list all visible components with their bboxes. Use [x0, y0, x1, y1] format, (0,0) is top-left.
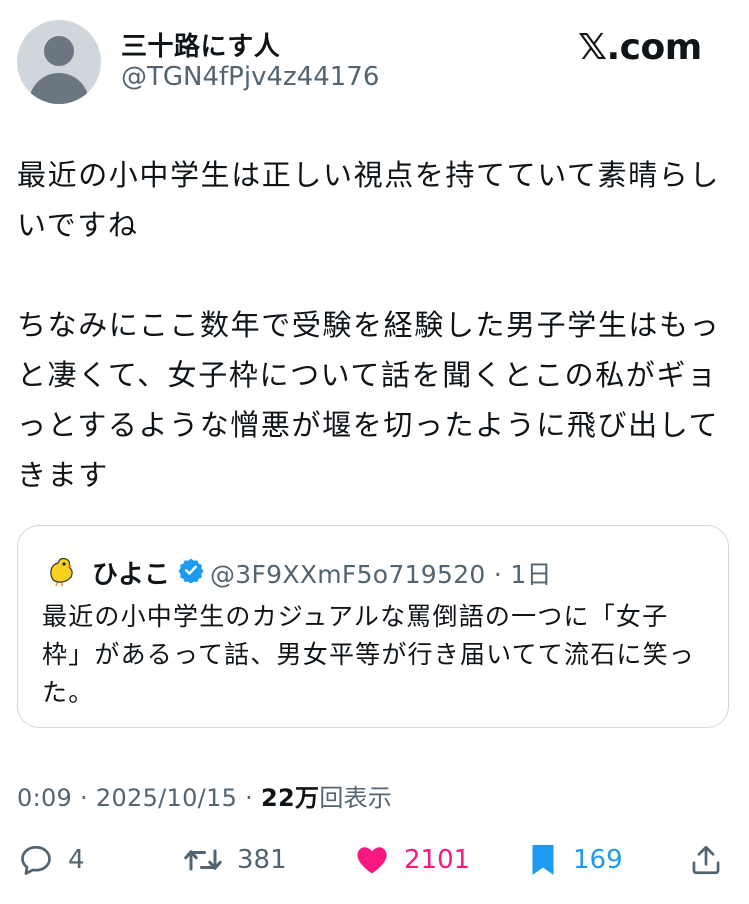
share-icon — [692, 845, 720, 875]
default-avatar-icon — [44, 36, 74, 66]
like-button[interactable]: 2101 — [354, 840, 470, 880]
author-avatar[interactable] — [17, 20, 101, 104]
repost-count: 381 — [237, 845, 287, 875]
verified-badge-icon — [178, 558, 204, 583]
bookmark-icon — [532, 845, 554, 875]
views-label: 回表示 — [319, 784, 393, 812]
like-count: 2101 — [404, 845, 471, 875]
quoted-handle-time[interactable]: @3F9XXmF5o719520 · 1日 — [210, 555, 552, 591]
chick-avatar-icon — [44, 553, 78, 587]
quoted-author-name[interactable]: ひよこ — [92, 554, 170, 591]
views-count: 22万 — [261, 784, 320, 812]
quoted-post-text: 最近の小中学生のカジュアルな罵倒語の一つに「女子枠」があるって話、男女平等が行き… — [42, 602, 696, 707]
post-timestamp[interactable]: 0:09 · 2025/10/15 · — [17, 784, 261, 812]
x-brand-logo: 𝕏.com — [578, 27, 702, 68]
repost-button[interactable]: 381 — [183, 840, 287, 880]
post-text: 最近の小中学生は正しい視点を持てていて素晴らしいですね ちなみにここ数年で受験を… — [17, 158, 721, 492]
reply-icon — [21, 845, 51, 875]
reply-button[interactable]: 4 — [18, 840, 85, 880]
author-handle[interactable]: @TGN4fPjv4z44176 — [121, 62, 379, 92]
author-display-name[interactable]: 三十路にす人 — [121, 26, 280, 63]
reply-count: 4 — [68, 845, 85, 875]
bookmark-count: 169 — [573, 845, 623, 875]
repost-icon — [184, 849, 222, 871]
post-meta: 0:09 · 2025/10/15 · 22万回表示 — [17, 778, 392, 813]
quoted-post-card[interactable]: ひよこ @3F9XXmF5o719520 · 1日 最近の小中学生のカジュアルな… — [17, 525, 729, 728]
like-icon — [357, 847, 387, 874]
share-button[interactable] — [689, 840, 723, 880]
bookmark-button[interactable]: 169 — [527, 840, 623, 880]
